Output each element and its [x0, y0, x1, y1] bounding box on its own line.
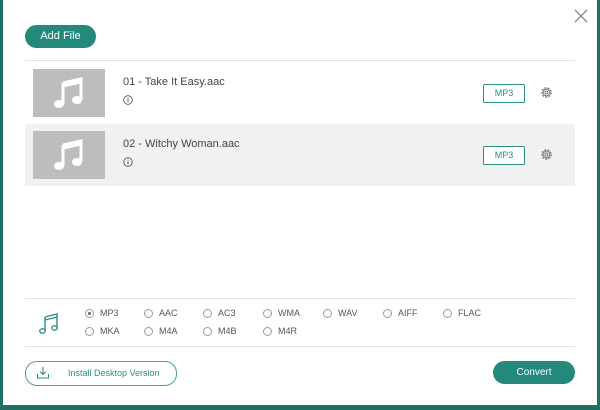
music-note-icon	[39, 313, 58, 334]
list-divider	[25, 60, 575, 61]
format-label: M4B	[218, 326, 237, 336]
info-icon[interactable]	[123, 95, 133, 105]
format-divider-top	[25, 298, 575, 299]
file-row: 02 - Witchy Woman.aac MP3	[25, 124, 575, 186]
format-label: WMA	[278, 308, 300, 318]
radio-button	[323, 308, 332, 318]
gear-icon[interactable]	[539, 85, 554, 100]
output-format-button[interactable]: MP3	[483, 84, 525, 103]
radio-button	[144, 308, 153, 318]
convert-button[interactable]: Convert	[493, 361, 575, 384]
format-label: M4R	[278, 326, 298, 336]
radio-selected	[85, 308, 94, 318]
close-button[interactable]	[573, 8, 589, 24]
format-option-aiff[interactable]: AIFF	[383, 308, 418, 318]
file-row: 01 - Take It Easy.aac MP3	[25, 62, 575, 124]
radio-button	[443, 308, 452, 318]
music-note-icon	[54, 77, 83, 108]
file-thumbnail	[33, 69, 105, 117]
format-label: AIFF	[398, 308, 418, 318]
add-file-button[interactable]: Add File	[25, 25, 96, 48]
format-label: AAC	[159, 308, 178, 318]
install-label: Install Desktop Version	[68, 368, 160, 378]
format-option-mp3[interactable]: MP3	[85, 308, 119, 318]
download-icon	[36, 367, 50, 379]
close-icon	[574, 9, 588, 23]
radio-button	[203, 326, 212, 336]
format-label: AC3	[218, 308, 236, 318]
format-divider-bottom	[25, 346, 575, 347]
file-name: 01 - Take It Easy.aac	[123, 76, 225, 88]
info-icon[interactable]	[123, 157, 133, 167]
format-option-ac3[interactable]: AC3	[203, 308, 236, 318]
file-thumbnail	[33, 131, 105, 179]
gear-icon[interactable]	[539, 147, 554, 162]
radio-button	[263, 326, 272, 336]
radio-button	[203, 308, 212, 318]
format-label: MKA	[100, 326, 120, 336]
format-label: FLAC	[458, 308, 482, 318]
format-label: MP3	[100, 308, 119, 318]
music-note-icon	[54, 139, 83, 170]
output-format-button[interactable]: MP3	[483, 146, 525, 165]
format-option-m4r[interactable]: M4R	[263, 326, 297, 336]
format-option-m4a[interactable]: M4A	[144, 326, 178, 336]
install-desktop-button[interactable]: Install Desktop Version	[25, 361, 177, 386]
format-label: M4A	[159, 326, 178, 336]
format-option-mka[interactable]: MKA	[85, 326, 120, 336]
format-option-flac[interactable]: FLAC	[443, 308, 481, 318]
file-name: 02 - Witchy Woman.aac	[123, 138, 240, 150]
radio-button	[383, 308, 392, 318]
format-label: WAV	[338, 308, 358, 318]
format-option-m4b[interactable]: M4B	[203, 326, 237, 336]
format-option-aac[interactable]: AAC	[144, 308, 178, 318]
radio-button	[263, 308, 272, 318]
format-option-wav[interactable]: WAV	[323, 308, 358, 318]
format-option-wma[interactable]: WMA	[263, 308, 300, 318]
radio-button	[144, 326, 153, 336]
radio-button	[85, 326, 94, 336]
converter-dialog: Add File 01 - Take It Easy.aac MP3 02 - …	[3, 0, 597, 405]
